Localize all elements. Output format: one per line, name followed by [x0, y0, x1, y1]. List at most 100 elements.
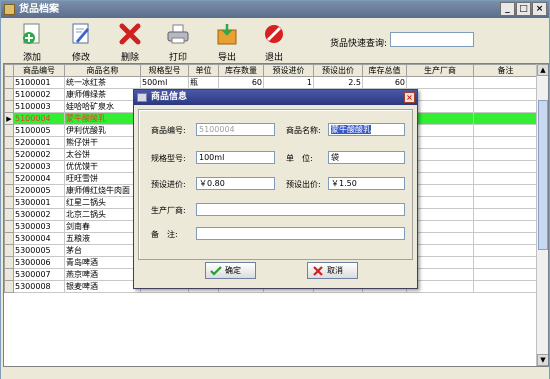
table-cell[interactable]: 优优馍干: [64, 160, 141, 173]
scroll-up-arrow[interactable]: ▲: [537, 64, 548, 76]
product-name-field[interactable]: 蒙牛酸酸乳: [328, 123, 405, 136]
manufacturer-field[interactable]: [196, 203, 405, 216]
table-cell[interactable]: 五粮液: [64, 232, 141, 245]
dialog-close-icon[interactable]: ×: [404, 92, 415, 103]
table-cell[interactable]: 茅台: [64, 244, 141, 257]
table-cell[interactable]: [473, 232, 538, 245]
note-field[interactable]: [196, 227, 405, 240]
column-header[interactable]: 备注: [473, 64, 538, 77]
table-cell[interactable]: 1: [263, 76, 314, 89]
table-cell[interactable]: 5100004: [13, 112, 65, 125]
table-cell[interactable]: [473, 172, 538, 185]
close-window-button[interactable]: ×: [532, 2, 547, 16]
table-cell[interactable]: 旺旺雪饼: [64, 172, 141, 185]
table-cell[interactable]: [473, 148, 538, 161]
delete-button[interactable]: 删除: [112, 23, 148, 63]
table-cell[interactable]: 5200002: [13, 148, 65, 161]
table-cell[interactable]: 5200001: [13, 136, 65, 149]
table-cell[interactable]: 500ml: [140, 76, 189, 89]
table-cell[interactable]: 熊仔饼干: [64, 136, 141, 149]
table-cell[interactable]: 5200005: [13, 184, 65, 197]
product-code-field[interactable]: 5100004: [196, 123, 275, 136]
table-cell[interactable]: [473, 268, 538, 281]
table-cell[interactable]: 北京二锅头: [64, 208, 141, 221]
table-cell[interactable]: 蒙牛酸酸乳: [64, 112, 141, 125]
column-header[interactable]: 库存总值: [362, 64, 407, 77]
table-cell[interactable]: 5200003: [13, 160, 65, 173]
table-cell[interactable]: 娃哈哈矿泉水: [64, 100, 141, 113]
table-cell[interactable]: 60: [218, 76, 264, 89]
column-header[interactable]: 预设出价: [313, 64, 363, 77]
table-cell[interactable]: 伊利优酸乳: [64, 124, 141, 137]
scroll-down-arrow[interactable]: ▼: [537, 354, 548, 366]
table-cell[interactable]: 剑南春: [64, 220, 141, 233]
table-cell[interactable]: [473, 76, 538, 89]
table-cell[interactable]: 5200004: [13, 172, 65, 185]
maximize-button[interactable]: □: [516, 2, 531, 16]
exit-button[interactable]: 退出: [256, 23, 292, 63]
dialog-title-bar[interactable]: 商品信息 ×: [134, 90, 417, 105]
print-button[interactable]: 打印: [160, 23, 196, 63]
table-cell[interactable]: [473, 100, 538, 113]
column-header[interactable]: 生产厂商: [406, 64, 474, 77]
column-header[interactable]: 单位: [188, 64, 219, 77]
table-cell[interactable]: 5300002: [13, 208, 65, 221]
table-cell[interactable]: 瓶: [188, 76, 219, 89]
buy-price-field[interactable]: ￥0.80: [196, 177, 275, 190]
table-cell[interactable]: 2.5: [313, 76, 363, 89]
column-header[interactable]: 预设进价: [263, 64, 314, 77]
table-cell[interactable]: 60: [362, 76, 407, 89]
column-header[interactable]: 商品名称: [64, 64, 141, 77]
table-cell[interactable]: [473, 244, 538, 257]
table-cell[interactable]: 5300003: [13, 220, 65, 233]
table-cell[interactable]: [473, 112, 538, 125]
export-button[interactable]: 导出: [209, 23, 245, 63]
column-header[interactable]: 规格型号: [140, 64, 189, 77]
search-input[interactable]: [390, 32, 474, 47]
table-cell[interactable]: 5300007: [13, 268, 65, 281]
table-cell[interactable]: 统一冰红茶: [64, 76, 141, 89]
spec-field[interactable]: 100ml: [196, 151, 275, 164]
table-cell[interactable]: 5100003: [13, 100, 65, 113]
table-cell[interactable]: [473, 124, 538, 137]
vertical-scrollbar[interactable]: ▲ ▼: [536, 64, 548, 366]
table-cell[interactable]: [473, 280, 538, 293]
title-bar[interactable]: 货品档案 _ □ ×: [1, 1, 549, 18]
minimize-button[interactable]: _: [500, 2, 515, 16]
table-cell[interactable]: 太谷饼: [64, 148, 141, 161]
unit-field[interactable]: 袋: [328, 151, 405, 164]
table-cell[interactable]: 银麦啤酒: [64, 280, 141, 293]
table-cell[interactable]: 5300004: [13, 232, 65, 245]
table-cell[interactable]: [473, 196, 538, 209]
table-cell[interactable]: 红星二锅头: [64, 196, 141, 209]
column-header[interactable]: 库存数量: [218, 64, 264, 77]
table-cell[interactable]: 康师傅红烧牛肉面: [64, 184, 141, 197]
table-cell[interactable]: [473, 220, 538, 233]
table-cell[interactable]: 青岛啤酒: [64, 256, 141, 269]
table-cell[interactable]: [473, 256, 538, 269]
table-cell[interactable]: 5100002: [13, 88, 65, 101]
table-cell[interactable]: 5100001: [13, 76, 65, 89]
table-cell[interactable]: 5300005: [13, 244, 65, 257]
table-cell[interactable]: 燕京啤酒: [64, 268, 141, 281]
add-button[interactable]: 添加: [14, 23, 50, 63]
table-cell[interactable]: 5100005: [13, 124, 65, 137]
table-cell[interactable]: 5300006: [13, 256, 65, 269]
table-cell[interactable]: [473, 184, 538, 197]
column-header[interactable]: 商品编号: [13, 64, 65, 77]
cancel-button[interactable]: 取消: [307, 262, 358, 279]
table-cell[interactable]: 5300008: [13, 280, 65, 293]
table-cell[interactable]: [473, 160, 538, 173]
table-cell[interactable]: [473, 208, 538, 221]
ok-button[interactable]: 确定: [205, 262, 256, 279]
table-cell[interactable]: 5300001: [13, 196, 65, 209]
table-cell[interactable]: [473, 88, 538, 101]
window-title: 货品档案: [19, 4, 59, 15]
edit-button[interactable]: 修改: [63, 23, 99, 63]
table-row[interactable]: 5100001 统一冰红茶 500ml 瓶 60 1 2.5 60: [4, 76, 538, 89]
scroll-thumb[interactable]: [538, 100, 548, 250]
table-cell[interactable]: [473, 136, 538, 149]
table-cell[interactable]: [406, 76, 474, 89]
table-cell[interactable]: 康师傅绿茶: [64, 88, 141, 101]
sell-price-field[interactable]: ￥1.50: [328, 177, 405, 190]
